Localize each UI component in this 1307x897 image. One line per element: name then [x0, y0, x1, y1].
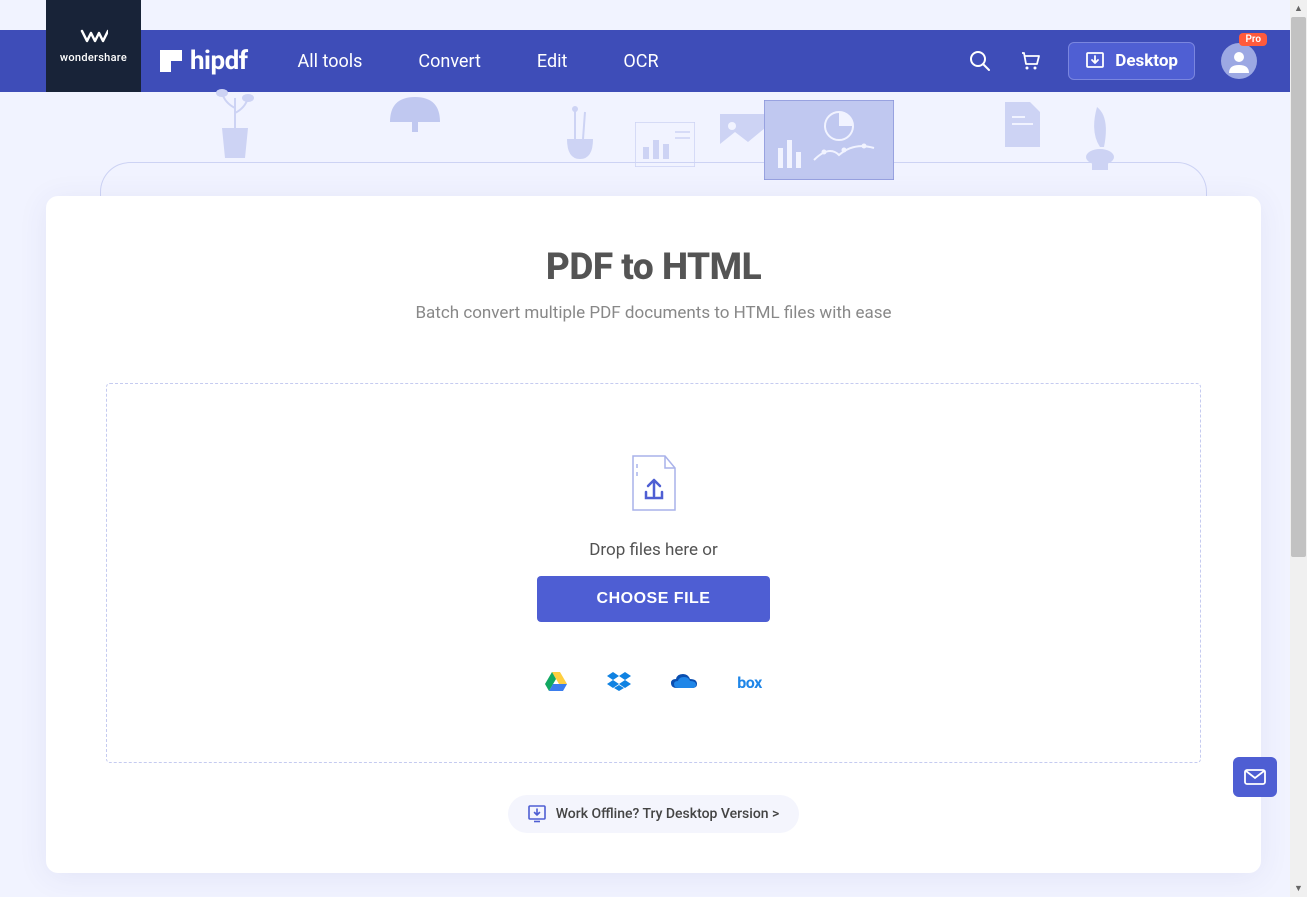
dropbox-icon	[607, 672, 631, 692]
choose-file-button[interactable]: CHOOSE FILE	[537, 576, 771, 622]
scroll-thumb[interactable]	[1291, 17, 1306, 557]
onedrive-icon	[671, 673, 697, 691]
box-button[interactable]: box	[737, 673, 762, 692]
user-avatar[interactable]: Pro	[1221, 43, 1257, 79]
image-deco-icon	[720, 114, 765, 152]
pro-badge: Pro	[1239, 33, 1267, 46]
desktop-download-icon	[528, 805, 546, 823]
page-subtitle: Batch convert multiple PDF documents to …	[106, 303, 1201, 323]
scroll-up-button[interactable]: ▲	[1290, 0, 1307, 17]
upload-document-icon	[631, 454, 677, 512]
nav-convert[interactable]: Convert	[418, 51, 481, 72]
hipdf-label: hipdf	[190, 46, 248, 76]
onedrive-button[interactable]	[671, 673, 697, 691]
file-dropzone[interactable]: Drop files here or CHOOSE FILE	[106, 383, 1201, 763]
offline-version-link[interactable]: Work Offline? Try Desktop Version >	[508, 795, 800, 833]
main-navbar: wondershare hipdf All tools Convert Edit…	[0, 30, 1307, 92]
pencil-cup-icon	[555, 104, 605, 164]
nav-edit[interactable]: Edit	[537, 51, 567, 72]
nav-ocr[interactable]: OCR	[623, 51, 658, 72]
feedback-button[interactable]	[1233, 757, 1277, 797]
plant-icon	[200, 88, 270, 168]
lamp-icon	[380, 92, 450, 137]
box-label: box	[737, 673, 762, 692]
page-title: PDF to HTML	[106, 246, 1201, 289]
chart-deco-icon	[635, 122, 695, 167]
search-button[interactable]	[968, 49, 992, 73]
desktop-label: Desktop	[1115, 51, 1178, 71]
wondershare-label: wondershare	[60, 51, 127, 64]
feather-deco-icon	[1072, 102, 1127, 172]
main-card: PDF to HTML Batch convert multiple PDF d…	[46, 196, 1261, 873]
vertical-scrollbar[interactable]: ▲ ▼	[1290, 0, 1307, 897]
wondershare-logo-block[interactable]: wondershare	[46, 0, 141, 92]
nav-all-tools[interactable]: All tools	[298, 51, 363, 72]
wondershare-icon	[80, 29, 108, 45]
document-deco-icon	[1005, 102, 1040, 147]
google-drive-button[interactable]	[545, 672, 567, 692]
hipdf-icon	[160, 50, 182, 72]
dropbox-button[interactable]	[607, 672, 631, 692]
download-icon	[1085, 51, 1105, 71]
cart-button[interactable]	[1018, 49, 1042, 73]
avatar-icon	[1225, 47, 1253, 75]
offline-text: Work Offline? Try Desktop Version >	[556, 806, 780, 822]
google-drive-icon	[545, 672, 567, 692]
scroll-down-button[interactable]: ▼	[1290, 880, 1307, 897]
cart-icon	[1019, 50, 1041, 72]
drop-text: Drop files here or	[589, 540, 717, 560]
mail-icon	[1244, 769, 1266, 785]
search-icon	[969, 50, 991, 72]
hipdf-logo[interactable]: hipdf	[160, 46, 248, 76]
desktop-button[interactable]: Desktop	[1068, 42, 1195, 80]
dashboard-deco-icon	[764, 100, 894, 180]
hero-decoration	[0, 92, 1307, 192]
